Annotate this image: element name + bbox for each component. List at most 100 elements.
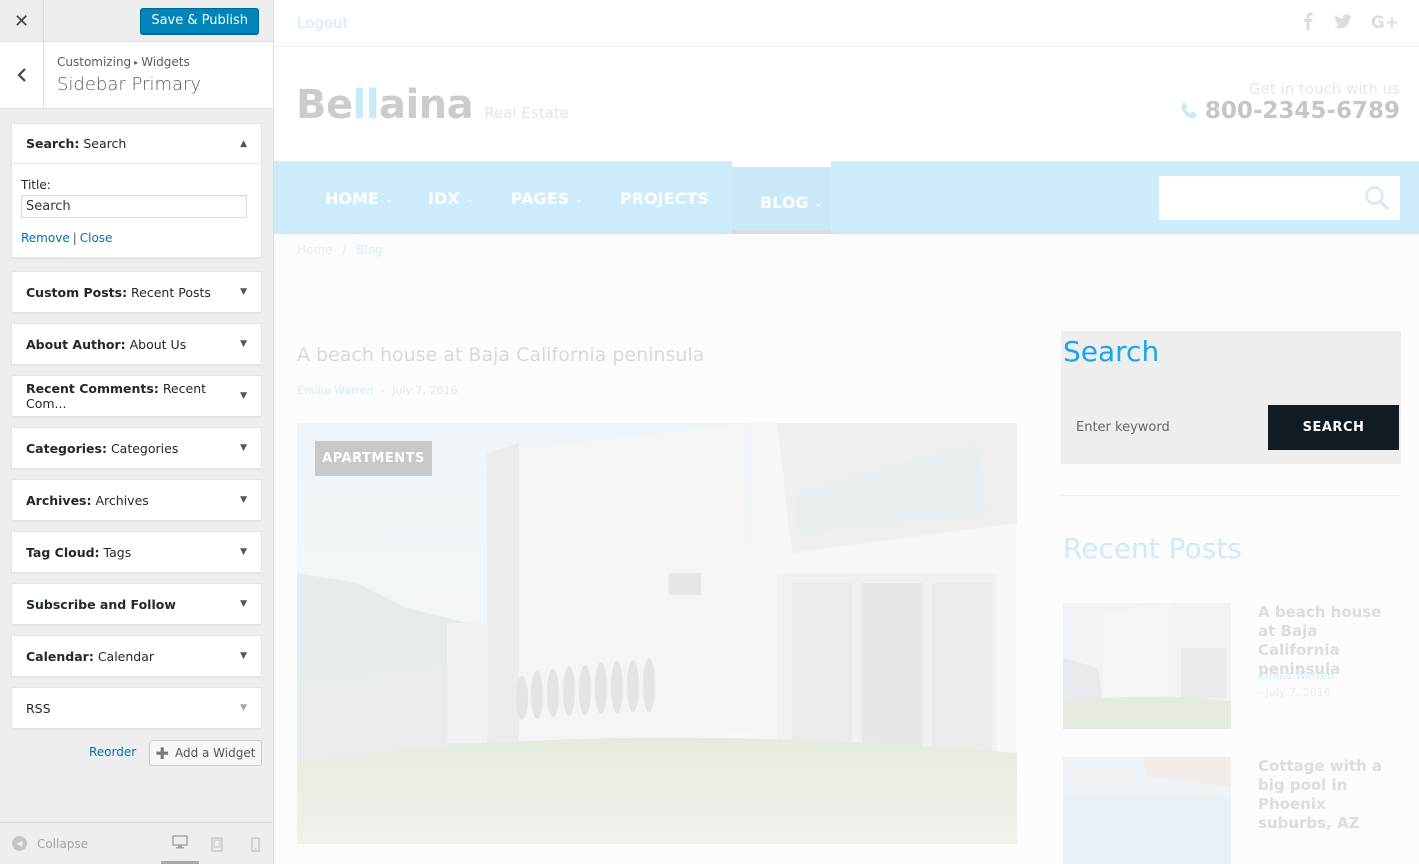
page-breadcrumb: Home / Blog (297, 243, 383, 257)
breadcrumb-separator-icon: ▸ (134, 58, 139, 67)
section-header: Customizing ▸ Widgets Sidebar Primary (0, 42, 273, 109)
widget-recent-comments[interactable]: Recent Comments: Recent Com... ▼ (11, 375, 262, 417)
expand-arrow-icon[interactable]: ▼ (240, 495, 247, 505)
search-submit-button[interactable]: SEARCH (1268, 405, 1399, 450)
breadcrumb: Customizing ▸ Widgets (57, 55, 190, 69)
widget-title-input[interactable] (21, 195, 247, 218)
expand-arrow-icon[interactable]: ▼ (240, 391, 247, 401)
keyword-search-input[interactable]: Enter keyword (1063, 405, 1268, 450)
widget-title-label: Tags (103, 544, 132, 560)
mobile-icon (250, 836, 260, 852)
expand-arrow-icon[interactable]: ▼ (240, 339, 247, 349)
expand-arrow-icon[interactable]: ▼ (240, 703, 247, 713)
post-category-tag[interactable]: APARTMENTS (315, 441, 432, 476)
widget-title-label: Calendar (97, 648, 155, 664)
collapse-sidebar-button[interactable]: ◀ Collapse (12, 836, 88, 851)
widget-categories[interactable]: Categories: Categories ▼ (11, 427, 262, 469)
widget-type-label: About Author (26, 336, 121, 352)
add-widget-button[interactable]: ✚ Add a Widget (149, 740, 262, 766)
title-field-label: Title: (21, 178, 51, 192)
back-button[interactable] (0, 42, 44, 108)
chevron-down-icon: ⌄ (384, 195, 393, 205)
main-navigation: HOME ⌄ IDX ⌄ PAGES ⌄ PROJECTS BLOG ⌄ (274, 161, 1419, 234)
recent-posts-title: Recent Posts (1063, 532, 1242, 565)
expand-arrow-icon[interactable]: ▼ (240, 547, 247, 557)
recent-post-thumbnail[interactable] (1063, 603, 1231, 729)
phone-number[interactable]: 800-2345-6789 (1179, 98, 1400, 124)
post-featured-image[interactable] (297, 423, 1017, 844)
recent-post-title[interactable]: Cottage with a big pool in Phoenix subur… (1258, 757, 1403, 833)
save-publish-button[interactable]: Save & Publish (140, 8, 259, 34)
recent-post-author[interactable]: Emilia Warren (1258, 669, 1334, 682)
widget-divider (1061, 495, 1401, 496)
widget-title-label: Categories (110, 440, 179, 456)
widget-type-label: Custom Posts (26, 284, 123, 300)
nav-item-blog[interactable]: BLOG ⌄ (760, 193, 822, 212)
close-widget-link[interactable]: Close (80, 231, 113, 245)
customizer-sidebar: ✕ Save & Publish Customizing ▸ Widgets Sid… (0, 0, 274, 864)
site-topbar: Logout G+ (274, 0, 1419, 47)
contact-label: Get in touch with us (1249, 80, 1400, 98)
widget-title-label: Recent Posts (131, 284, 211, 300)
facebook-icon[interactable] (1303, 12, 1313, 35)
remove-widget-link[interactable]: Remove (21, 231, 70, 245)
nav-item-home[interactable]: HOME ⌄ (325, 189, 392, 208)
site-logo[interactable]: Bellaina Real Estate (296, 82, 569, 128)
search-widget-title: Search (1063, 335, 1160, 368)
widget-about-author[interactable]: About Author: About Us ▼ (11, 323, 262, 365)
header-search-input[interactable] (1159, 176, 1400, 220)
expand-arrow-icon[interactable]: ▼ (240, 651, 247, 661)
widget-rss[interactable]: RSS ▼ (11, 687, 262, 729)
post-author[interactable]: Emilia Warren (297, 384, 373, 397)
widget-subscribe-follow[interactable]: Subscribe and Follow ▼ (11, 583, 262, 625)
close-customizer-button[interactable]: ✕ (0, 0, 44, 42)
expand-arrow-icon[interactable]: ▼ (240, 443, 247, 453)
widget-tag-cloud[interactable]: Tag Cloud: Tags ▼ (11, 531, 262, 573)
google-plus-icon[interactable]: G+ (1371, 13, 1399, 33)
reorder-link[interactable]: Reorder (89, 745, 136, 759)
chevron-down-icon: ⌄ (465, 195, 474, 205)
widget-calendar[interactable]: Calendar: Calendar ▼ (11, 635, 262, 677)
preview-mobile-button[interactable] (236, 823, 274, 864)
recent-post-thumbnail[interactable] (1063, 757, 1231, 864)
sidebar-search-widget: Search Enter keyword SEARCH (1061, 331, 1401, 464)
plus-icon: ✚ (155, 743, 169, 763)
widget-type-label: Calendar (26, 648, 89, 664)
widget-search-header[interactable]: Search: Search ▲ (12, 124, 261, 164)
widget-title-label: About Us (129, 336, 187, 352)
widget-archives[interactable]: Archives: Archives ▼ (11, 479, 262, 521)
expand-arrow-icon[interactable]: ▼ (240, 287, 247, 297)
close-icon: ✕ (13, 10, 30, 31)
breadcrumb-section: Widgets (141, 55, 190, 69)
post-title[interactable]: A beach house at Baja California peninsu… (297, 344, 704, 366)
panel-title: Sidebar Primary (57, 74, 202, 95)
nav-item-projects[interactable]: PROJECTS (620, 189, 709, 208)
widget-title-label: Search (83, 136, 127, 151)
widget-type-label: Recent Comments (26, 381, 154, 396)
recent-post-title[interactable]: A beach house at Baja California peninsu… (1258, 603, 1403, 679)
customizer-header-actions: ✕ Save & Publish (0, 0, 273, 42)
collapse-arrow-icon[interactable]: ▲ (240, 139, 247, 149)
post-date: July 7, 2016 (392, 384, 458, 397)
search-icon[interactable] (1364, 185, 1390, 211)
widget-search-form: Title: Remove|Close (12, 164, 261, 257)
customizer-footer: ◀ Collapse (0, 822, 273, 864)
tablet-icon (211, 836, 223, 852)
widget-type-label: Tag Cloud (26, 544, 95, 560)
twitter-icon[interactable] (1334, 14, 1352, 34)
widget-search-expanded: Search: Search ▲ Title: Remove|Close (11, 123, 262, 258)
collapse-arrow-icon: ◀ (12, 836, 27, 851)
nav-item-pages[interactable]: PAGES ⌄ (511, 189, 583, 208)
expand-arrow-icon[interactable]: ▼ (240, 599, 247, 609)
widget-custom-posts[interactable]: Custom Posts: Recent Posts ▼ (11, 271, 262, 313)
logout-link[interactable]: Logout (297, 14, 348, 32)
preview-desktop-button[interactable] (161, 823, 199, 864)
breadcrumb-home[interactable]: Home (297, 243, 332, 257)
preview-tablet-button[interactable] (198, 823, 236, 864)
widget-type-label: Archives (26, 492, 87, 508)
phone-text: 800-2345-6789 (1204, 98, 1400, 124)
widget-type-label: Categories (26, 440, 102, 456)
nav-item-idx[interactable]: IDX ⌄ (428, 189, 473, 208)
widget-type-label: RSS (26, 700, 51, 716)
desktop-icon (172, 835, 188, 849)
